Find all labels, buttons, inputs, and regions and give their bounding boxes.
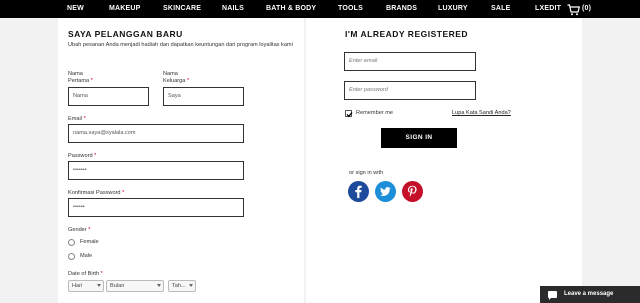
- password-label: Password *: [68, 153, 97, 159]
- register-title: SAYA PELANGGAN BARU: [68, 29, 183, 39]
- remember-me-checkbox[interactable]: [345, 110, 353, 118]
- facebook-icon: [355, 185, 362, 198]
- nav-item-skincare[interactable]: SKINCARE: [163, 0, 201, 18]
- nav-item-tools[interactable]: TOOLS: [338, 0, 363, 18]
- cart-icon[interactable]: [567, 3, 581, 16]
- facebook-button[interactable]: [348, 181, 369, 202]
- twitter-icon: [380, 187, 391, 196]
- leave-message-button[interactable]: Leave a message: [540, 286, 640, 303]
- nav-item-bath-body[interactable]: BATH & BODY: [266, 0, 316, 18]
- dob-year-value: Tah...: [172, 283, 186, 289]
- nav-item-brands[interactable]: BRANDS: [386, 0, 417, 18]
- chevron-down-icon: [157, 284, 161, 287]
- last-name-label-1: Nama: [163, 71, 178, 77]
- first-name-label: Pertama *: [68, 78, 93, 84]
- twitter-button[interactable]: [375, 181, 396, 202]
- first-name-field[interactable]: Nama: [68, 87, 149, 106]
- register-subtitle: Ubah pesanan Anda menjadi hadiah dan dap…: [68, 42, 293, 48]
- cart-count[interactable]: (0): [582, 0, 591, 18]
- dob-day-value: Hari: [72, 283, 83, 289]
- login-password-input[interactable]: Enter password: [344, 81, 476, 100]
- remember-me-label: Remember me: [356, 110, 393, 116]
- gender-male-label: Male: [80, 253, 93, 259]
- dob-month-select[interactable]: Bulan: [106, 280, 164, 292]
- gender-male-radio[interactable]: [68, 253, 75, 260]
- nav-item-sale[interactable]: SALE: [491, 0, 510, 18]
- last-name-field[interactable]: Saya: [163, 87, 244, 106]
- first-name-label-1: Nama: [68, 71, 83, 77]
- leave-message-label: Leave a message: [564, 291, 614, 297]
- confirm-password-field[interactable]: ••••••: [68, 198, 244, 217]
- dob-month-value: Bulan: [110, 283, 125, 289]
- email-label: Email *: [68, 116, 86, 122]
- chevron-down-icon: [97, 284, 101, 287]
- nav-item-new[interactable]: NEW: [67, 0, 84, 18]
- login-title: I'M ALREADY REGISTERED: [345, 29, 469, 39]
- nav-item-nails[interactable]: NAILS: [222, 0, 244, 18]
- confirm-password-label: Konfirmasi Password *: [68, 190, 125, 196]
- forgot-password-link[interactable]: Lupa Kata Sandi Anda?: [452, 110, 511, 117]
- gender-female-label: Female: [80, 239, 99, 245]
- email-field[interactable]: nama.saya@syalala.com: [68, 124, 244, 143]
- dob-day-select[interactable]: Hari: [68, 280, 104, 292]
- social-signin-label: or sign in with: [349, 170, 384, 176]
- nav-item-makeup[interactable]: MAKEUP: [109, 0, 141, 18]
- pinterest-button[interactable]: [402, 181, 423, 202]
- dob-label: Date of Birth *: [68, 271, 103, 277]
- checkmark-icon: [346, 112, 353, 118]
- gender-female-radio[interactable]: [68, 239, 75, 246]
- pinterest-icon: [407, 185, 417, 197]
- chat-bubble-icon: [548, 291, 557, 300]
- top-nav: NEW MAKEUP SKINCARE NAILS BATH & BODY TO…: [0, 0, 640, 18]
- password-field[interactable]: •••••••: [68, 161, 244, 180]
- login-email-input[interactable]: Enter email: [344, 52, 476, 71]
- sign-in-button[interactable]: SIGN IN: [381, 128, 457, 148]
- chevron-down-icon: [189, 284, 193, 287]
- dob-year-select[interactable]: Tah...: [168, 280, 196, 292]
- nav-item-luxury[interactable]: LUXURY: [438, 0, 468, 18]
- gender-label: Gender *: [68, 227, 91, 233]
- last-name-label: Keluarga *: [163, 78, 190, 84]
- nav-item-lxedit[interactable]: LXEDIT: [535, 0, 561, 18]
